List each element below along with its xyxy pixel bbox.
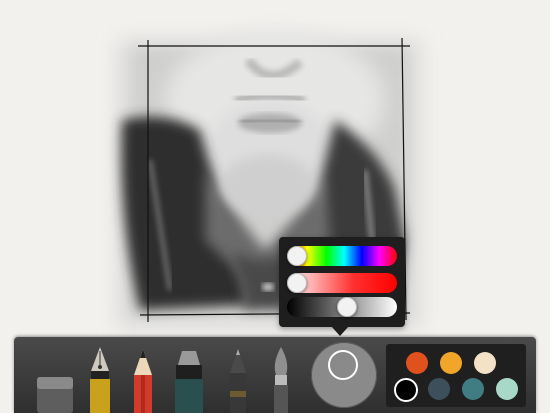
fountain-pen-icon	[90, 347, 110, 413]
brightness-slider[interactable]	[287, 297, 397, 317]
palette-swatch[interactable]	[428, 378, 450, 400]
tool-tray	[14, 337, 536, 413]
pen-tool[interactable]	[227, 347, 249, 413]
palette-swatch[interactable]	[474, 352, 496, 374]
palette-swatch[interactable]	[496, 378, 518, 400]
eraser-icon	[37, 377, 73, 413]
pencil-tool[interactable]	[131, 347, 155, 413]
palette-swatch[interactable]	[440, 352, 462, 374]
paintbrush-tool[interactable]	[270, 345, 292, 413]
saturation-slider[interactable]	[287, 273, 397, 293]
eraser-tool[interactable]	[34, 371, 76, 413]
palette-swatch[interactable]	[462, 378, 484, 400]
color-palette	[386, 344, 526, 407]
paintbrush-icon	[274, 347, 288, 413]
hue-slider[interactable]	[287, 246, 397, 266]
current-color-button[interactable]	[311, 342, 377, 408]
picker-pointer	[331, 326, 349, 336]
saturation-slider-knob[interactable]	[287, 273, 307, 293]
palette-swatch[interactable]	[406, 352, 428, 374]
brightness-slider-knob[interactable]	[336, 297, 357, 317]
marker-icon	[175, 351, 203, 413]
palette-swatch[interactable]	[394, 378, 418, 402]
hue-slider-knob[interactable]	[287, 246, 307, 266]
pen-icon	[230, 349, 246, 413]
marker-tool[interactable]	[172, 349, 206, 413]
color-picker-popover	[279, 237, 405, 327]
pencil-icon	[134, 349, 152, 413]
color-picker-ring-icon	[328, 350, 358, 380]
fountain-pen-tool[interactable]	[88, 345, 112, 413]
